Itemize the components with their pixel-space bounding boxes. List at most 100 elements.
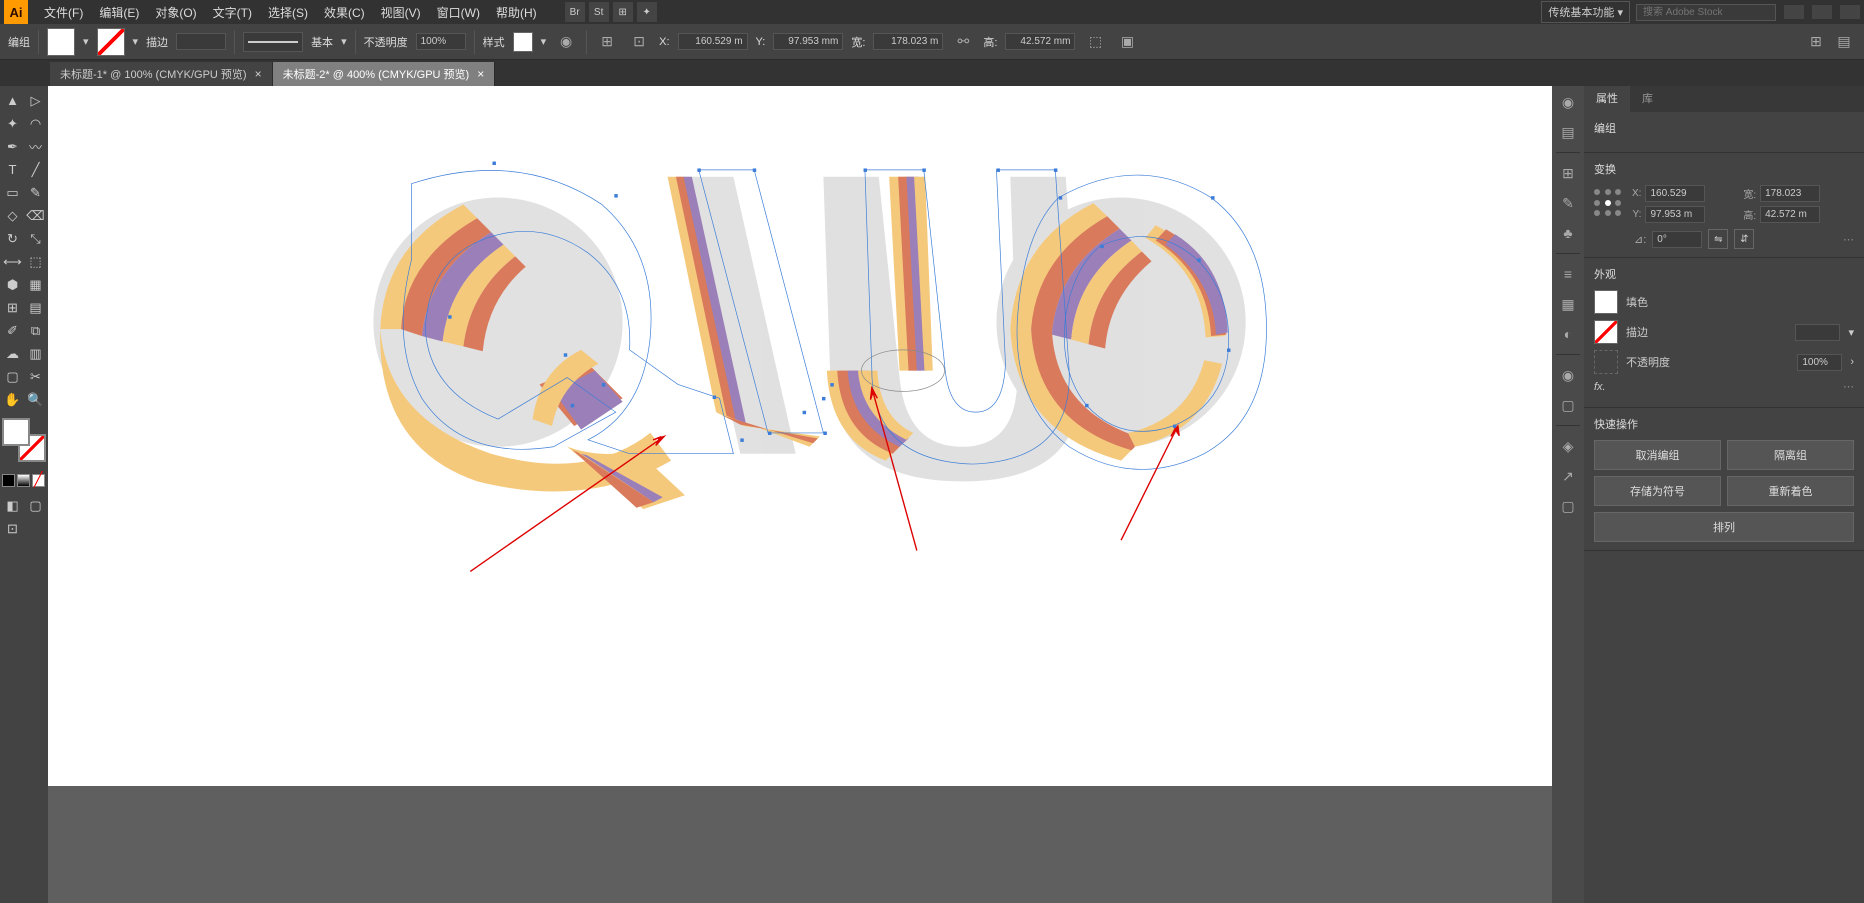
- cb-y-input[interactable]: [773, 33, 843, 50]
- transform-more-icon[interactable]: ⋯: [1843, 233, 1854, 246]
- menu-view[interactable]: 视图(V): [373, 4, 429, 21]
- ungroup-button[interactable]: 取消编组: [1594, 440, 1721, 470]
- brushes-panel-icon[interactable]: ✎: [1556, 191, 1580, 215]
- brush-def[interactable]: [243, 32, 303, 52]
- document-tab-1[interactable]: 未标题-1* @ 100% (CMYK/GPU 预览) ×: [50, 62, 273, 86]
- maximize-button[interactable]: [1812, 5, 1832, 19]
- cb-extra1-icon[interactable]: ⊞: [1804, 30, 1828, 54]
- edit-toolbar[interactable]: ⊡: [2, 518, 23, 539]
- gradient-mode[interactable]: [17, 474, 30, 487]
- minimize-button[interactable]: [1784, 5, 1804, 19]
- menu-select[interactable]: 选择(S): [260, 4, 316, 21]
- menu-object[interactable]: 对象(O): [147, 4, 204, 21]
- fill-swatch-tool[interactable]: [2, 418, 30, 446]
- lasso-tool[interactable]: ◠: [25, 113, 46, 134]
- stroke-panel-icon[interactable]: ≡: [1556, 262, 1580, 286]
- appearance-stroke-swatch[interactable]: [1594, 320, 1618, 344]
- shape-builder-tool[interactable]: ⬢: [2, 274, 23, 295]
- curvature-tool[interactable]: 〰: [25, 136, 46, 157]
- tab-close-icon[interactable]: ×: [477, 67, 484, 81]
- eyedropper-tool[interactable]: ✐: [2, 320, 23, 341]
- screen-mode[interactable]: ▢: [25, 495, 46, 516]
- slice-tool[interactable]: ✂: [25, 366, 46, 387]
- symbols-panel-icon[interactable]: ♣: [1556, 221, 1580, 245]
- gradient-panel-icon[interactable]: ▦: [1556, 292, 1580, 316]
- perspective-tool[interactable]: ▦: [25, 274, 46, 295]
- asset-export-icon[interactable]: ↗: [1556, 464, 1580, 488]
- mesh-tool[interactable]: ⊞: [2, 297, 23, 318]
- prop-y-input[interactable]: [1645, 206, 1705, 223]
- gpu-icon[interactable]: ✦: [637, 2, 657, 22]
- menu-effect[interactable]: 效果(C): [316, 4, 373, 21]
- scale-tool[interactable]: ⤡: [25, 228, 46, 249]
- color-panel-icon[interactable]: ◉: [1556, 90, 1580, 114]
- artboard[interactable]: [48, 86, 1552, 786]
- cb-h-input[interactable]: [1005, 33, 1075, 50]
- gradient-tool[interactable]: ▤: [25, 297, 46, 318]
- appearance-fill-swatch[interactable]: [1594, 290, 1618, 314]
- rotate-input[interactable]: [1652, 231, 1702, 248]
- brush-tool[interactable]: ✎: [25, 182, 46, 203]
- style-swatch[interactable]: [513, 32, 533, 52]
- zoom-tool[interactable]: 🔍: [25, 389, 46, 410]
- library-tab[interactable]: 库: [1630, 86, 1665, 112]
- color-guide-icon[interactable]: ▤: [1556, 120, 1580, 144]
- prop-h-input[interactable]: [1760, 206, 1820, 223]
- swatches-panel-icon[interactable]: ⊞: [1556, 161, 1580, 185]
- appearance-stroke-weight[interactable]: [1795, 324, 1840, 341]
- none-mode[interactable]: ╱: [32, 474, 45, 487]
- artboard-tool[interactable]: ▢: [2, 366, 23, 387]
- cb-w-input[interactable]: [873, 33, 943, 50]
- fill-stroke-swatches[interactable]: [2, 418, 46, 462]
- appearance-more-icon[interactable]: ⋯: [1843, 380, 1854, 393]
- stock-icon[interactable]: St: [589, 2, 609, 22]
- rotate-tool[interactable]: ↻: [2, 228, 23, 249]
- recolor-icon[interactable]: ◉: [554, 30, 578, 54]
- menu-window[interactable]: 窗口(W): [429, 4, 488, 21]
- appearance-opacity[interactable]: [1797, 354, 1842, 371]
- fill-swatch[interactable]: [47, 28, 75, 56]
- appearance-panel-icon[interactable]: ◉: [1556, 363, 1580, 387]
- bridge-icon[interactable]: Br: [565, 2, 585, 22]
- fx-button[interactable]: fx.: [1594, 381, 1606, 393]
- save-symbol-button[interactable]: 存储为符号: [1594, 476, 1721, 506]
- reference-point[interactable]: [1594, 189, 1624, 219]
- selection-tool[interactable]: ▲: [2, 90, 23, 111]
- width-tool[interactable]: ⟷: [2, 251, 23, 272]
- stroke-swatch[interactable]: [97, 28, 125, 56]
- artboards-panel-icon[interactable]: ▢: [1556, 494, 1580, 518]
- flip-h-icon[interactable]: ⇋: [1708, 229, 1728, 249]
- canvas-area[interactable]: [48, 86, 1552, 903]
- direct-select-tool[interactable]: ▷: [25, 90, 46, 111]
- close-button[interactable]: [1840, 5, 1860, 19]
- free-transform-tool[interactable]: ⬚: [25, 251, 46, 272]
- search-input[interactable]: [1636, 4, 1776, 21]
- properties-tab[interactable]: 属性: [1584, 86, 1630, 112]
- transform-icon[interactable]: ⬚: [1083, 30, 1107, 54]
- layers-panel-icon[interactable]: ◈: [1556, 434, 1580, 458]
- recolor-button[interactable]: 重新着色: [1727, 476, 1854, 506]
- transparency-panel-icon[interactable]: ◐: [1556, 322, 1580, 346]
- menu-edit[interactable]: 编辑(E): [91, 4, 147, 21]
- pen-tool[interactable]: ✒: [2, 136, 23, 157]
- shaper-tool[interactable]: ◇: [2, 205, 23, 226]
- isolate-button[interactable]: 隔离组: [1727, 440, 1854, 470]
- align-icon[interactable]: ⊞: [595, 30, 619, 54]
- menu-text[interactable]: 文字(T): [205, 4, 260, 21]
- arrange-docs-icon[interactable]: ⊞: [613, 2, 633, 22]
- magic-wand-tool[interactable]: ✦: [2, 113, 23, 134]
- link-wh-icon[interactable]: ⚯: [951, 30, 975, 54]
- menu-help[interactable]: 帮助(H): [488, 4, 545, 21]
- rectangle-tool[interactable]: ▭: [2, 182, 23, 203]
- document-tab-2[interactable]: 未标题-2* @ 400% (CMYK/GPU 预览) ×: [273, 62, 496, 86]
- type-tool[interactable]: T: [2, 159, 23, 180]
- draw-mode[interactable]: ◧: [2, 495, 23, 516]
- eraser-tool[interactable]: ⌫: [25, 205, 46, 226]
- ref-point-icon[interactable]: ⊡: [627, 30, 651, 54]
- flip-v-icon[interactable]: ⇵: [1734, 229, 1754, 249]
- color-mode[interactable]: [2, 474, 15, 487]
- hand-tool[interactable]: ✋: [2, 389, 23, 410]
- opacity-input[interactable]: [416, 33, 466, 50]
- cb-x-input[interactable]: [678, 33, 748, 50]
- graphic-styles-icon[interactable]: ▢: [1556, 393, 1580, 417]
